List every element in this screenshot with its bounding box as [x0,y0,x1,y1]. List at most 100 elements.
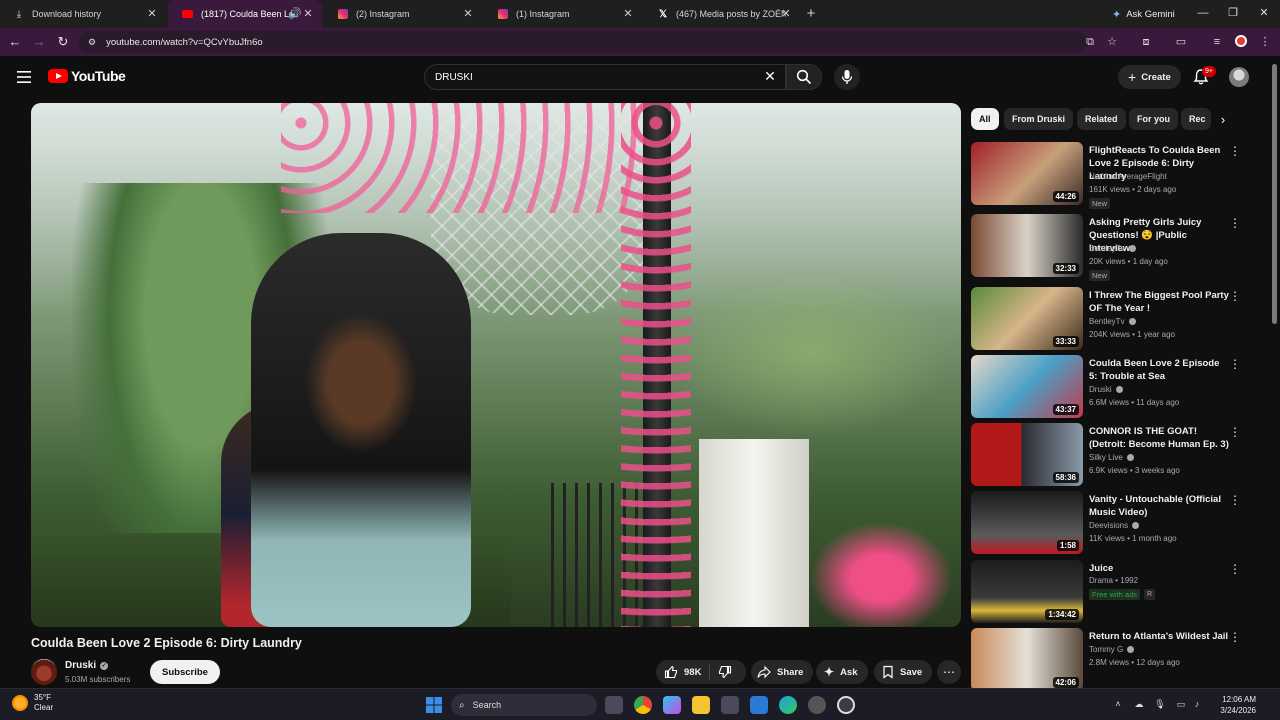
close-icon[interactable]: ✕ [302,8,314,20]
more-options-icon[interactable]: ⋮ [1229,630,1241,644]
video-title[interactable]: Juice [1089,562,1229,575]
recommended-movie[interactable]: 1:34:42 Juice Drama • 1992 Free with ads… [971,560,1251,624]
chip-from-druski[interactable]: From Druski [1004,108,1074,130]
clear-search-icon[interactable]: ✕ [763,69,777,83]
tab-instagram-2[interactable]: (2) Instagram ✕ [324,0,482,28]
more-options-icon[interactable]: ⋮ [1229,289,1241,303]
close-icon[interactable]: ✕ [780,8,792,20]
video-thumbnail[interactable]: 44:26 [971,142,1083,205]
chevron-right-icon[interactable]: › [1212,108,1234,130]
search-input[interactable]: DRUSKI [424,64,786,90]
minimize-icon[interactable]: — [1196,6,1210,20]
ask-gemini-button[interactable]: ✦ Ask Gemini [1104,4,1183,24]
video-title[interactable]: Return to Atlanta's Wildest Jail [1089,630,1229,643]
task-view-icon[interactable] [605,696,623,714]
tab-youtube-video[interactable]: (1817) Coulda Been Love 2 🔊 ✕ [168,0,322,28]
chip-recent[interactable]: Rec [1181,108,1211,130]
chip-related[interactable]: Related [1077,108,1126,130]
channel-name[interactable]: Silky Live [1089,453,1134,462]
outlook-icon[interactable] [750,696,768,714]
reload-icon[interactable]: ↻ [56,35,70,49]
recommended-video[interactable]: 32:33 Asking Pretty Girls Juicy Question… [971,214,1251,281]
more-options-icon[interactable]: ⋮ [1229,144,1241,158]
omnibox[interactable]: ⚙ youtube.com/watch?v=QCvYbuJfn6o [78,31,1088,53]
create-button[interactable]: + Create [1118,65,1181,89]
channel-avatar[interactable] [31,659,57,685]
microphone-icon[interactable]: 🎙 [1154,698,1166,710]
channel-name[interactable]: BentleyTv [1089,244,1136,253]
clock[interactable]: 12:06 AM 3/24/2026 [1206,694,1256,716]
video-thumbnail[interactable]: 58:36 [971,423,1083,486]
cloud-icon[interactable]: ☁ [1133,698,1145,710]
account-avatar[interactable] [1229,67,1249,87]
channel-name[interactable]: Druski [1089,385,1123,394]
copilot-icon[interactable] [663,696,681,714]
chrome-icon[interactable] [634,696,652,714]
more-options-icon[interactable]: ⋮ [1229,357,1241,371]
chip-all[interactable]: All [971,108,999,130]
more-options-icon[interactable]: ⋮ [1229,562,1241,576]
recommended-video[interactable]: 43:37 Coulda Been Love 2 Episode 5: Trou… [971,355,1251,419]
reading-list-icon[interactable]: ≡ [1210,35,1224,49]
profile-icon[interactable] [1234,35,1248,49]
url-text[interactable]: youtube.com/watch?v=QCvYbuJfn6o [106,37,263,48]
channel-name[interactable]: NotYourAverageFlight [1089,172,1167,181]
network-icon[interactable]: ▭ [1175,698,1187,710]
windows-start-icon[interactable] [425,696,443,714]
share-button[interactable]: Share [751,660,814,684]
recommended-video[interactable]: 42:06 Return to Atlanta's Wildest Jail T… [971,628,1251,692]
subscribe-button[interactable]: Subscribe [150,660,220,684]
channel-name[interactable]: Tommy G [1089,645,1135,654]
settings-icon[interactable] [808,696,826,714]
bookmark-star-icon[interactable]: ☆ [1105,35,1119,49]
recommended-video[interactable]: 44:26 FlightReacts To Coulda Been Love 2… [971,142,1251,209]
media-player-icon[interactable] [837,696,855,714]
close-icon[interactable]: ✕ [146,8,158,20]
youtube-logo[interactable]: YouTube [48,68,126,84]
video-thumbnail[interactable]: 1:58 [971,491,1083,554]
microsoft-store-icon[interactable] [721,696,739,714]
split-view-icon[interactable]: ▭ [1174,35,1188,49]
video-thumbnail[interactable]: 42:06 [971,628,1083,691]
recommended-video[interactable]: 58:36 CONNOR IS THE GOAT! (Detroit: Beco… [971,423,1251,487]
tab-x-media[interactable]: 𝕏 (467) Media posts by ZOÉNOEL ✕ [644,0,800,28]
install-app-icon[interactable]: ⧉ [1083,35,1097,49]
tab-instagram-1[interactable]: (1) Instagram ✕ [484,0,642,28]
video-thumbnail[interactable]: 33:33 [971,287,1083,350]
restore-icon[interactable]: ❐ [1226,6,1240,20]
channel-name[interactable]: Druski ✓ [65,660,109,671]
video-player[interactable] [31,103,961,627]
dislike-button[interactable] [710,660,740,684]
video-thumbnail[interactable]: 43:37 [971,355,1083,418]
channel-name[interactable]: Deevisions [1089,521,1140,530]
close-icon[interactable]: ✕ [622,8,634,20]
back-icon[interactable]: ← [8,35,22,49]
hamburger-menu-icon[interactable] [14,68,34,86]
tab-download-history[interactable]: ⤓ Download history ✕ [0,0,166,28]
browser-menu-icon[interactable]: ⋮ [1258,35,1272,49]
edge-icon[interactable] [779,696,797,714]
more-options-icon[interactable]: ⋮ [1229,425,1241,439]
save-button[interactable]: Save [874,660,933,684]
window-close-icon[interactable]: ✕ [1257,6,1271,20]
video-title[interactable]: CONNOR IS THE GOAT! (Detroit: Become Hum… [1089,425,1229,451]
search-button[interactable] [786,64,822,90]
close-icon[interactable]: ✕ [462,8,474,20]
chip-for-you[interactable]: For you [1129,108,1178,130]
recommended-video[interactable]: 1:58 Vanity - Untouchable (Official Musi… [971,491,1251,555]
volume-icon[interactable]: ♪ [1191,698,1203,710]
forward-icon[interactable]: → [32,35,46,49]
channel-name[interactable]: BentleyTv [1089,317,1136,326]
video-title[interactable]: Vanity - Untouchable (Official Music Vid… [1089,493,1229,519]
more-options-icon[interactable]: ⋮ [1229,493,1241,507]
scrollbar-thumb[interactable] [1272,64,1277,324]
video-title[interactable]: I Threw The Biggest Pool Party OF The Ye… [1089,289,1229,315]
weather-widget[interactable]: 35°F Clear [12,693,53,713]
video-thumbnail[interactable]: 32:33 [971,214,1083,277]
voice-search-button[interactable] [834,64,860,90]
more-options-icon[interactable]: ⋮ [1229,216,1241,230]
page-scrollbar[interactable] [1271,62,1278,682]
more-actions-icon[interactable]: ⋯ [937,660,961,684]
speaker-icon[interactable]: 🔊 [288,8,302,20]
site-info-icon[interactable]: ⚙ [88,37,96,48]
